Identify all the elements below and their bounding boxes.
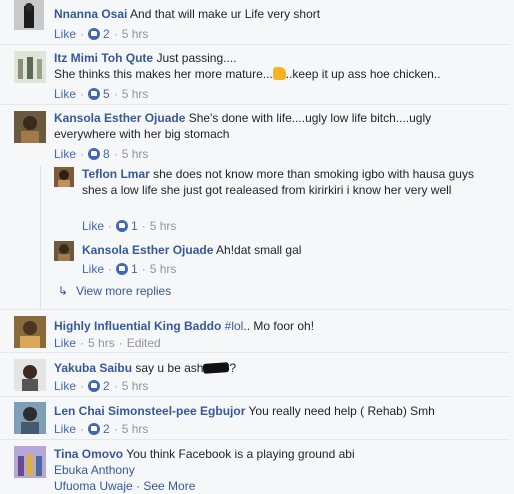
comment-meta: Like · 2 · 5 hrs <box>54 379 149 393</box>
comment-text: .. Mo foor oh! <box>243 319 315 333</box>
comment-meta: Like · 5 hrs · Edited <box>54 336 161 350</box>
comment-meta: Like · 5 · 5 hrs <box>54 87 149 101</box>
reaction-count[interactable]: 8 <box>103 147 110 161</box>
like-reaction-icon[interactable] <box>88 88 101 100</box>
reply-body: Teflon Lmar she does not know more than … <box>82 166 492 198</box>
avatar[interactable] <box>14 316 46 348</box>
comment-text-line2-end: ..keep it up ass hoe chicken.. <box>285 67 441 81</box>
like-button[interactable]: Like <box>54 87 76 101</box>
commenter-name[interactable]: Highly Influential King Baddo <box>54 319 221 333</box>
like-button[interactable]: Like <box>54 147 76 161</box>
comment-body: Highly Influential King Baddo #lol.. Mo … <box>54 318 494 334</box>
comment-meta: Like · 8 · 5 hrs <box>54 147 149 161</box>
comment-text: You think Facebook is a playing ground a… <box>126 447 355 461</box>
divider <box>0 396 510 397</box>
comment-meta: Like · 1 · 5 hrs <box>82 262 177 276</box>
comment-meta: Like · 2 · 5 hrs <box>54 27 149 41</box>
commenter-name[interactable]: Kansola Esther Ojuade <box>54 111 185 125</box>
reply-body: Kansola Esther Ojuade Ah!dat small gal <box>82 242 492 258</box>
comment-meta: Like · 2 · 5 hrs <box>54 422 149 436</box>
timestamp[interactable]: 5 hrs <box>122 147 149 161</box>
edited-label[interactable]: Edited <box>127 336 161 350</box>
reply-thread-line <box>40 166 41 308</box>
timestamp[interactable]: 5 hrs <box>122 422 149 436</box>
divider <box>0 104 510 105</box>
like-button[interactable]: Like <box>54 422 76 436</box>
timestamp[interactable]: 5 hrs <box>122 87 149 101</box>
commenter-name[interactable]: Kansola Esther Ojuade <box>82 243 213 257</box>
avatar[interactable] <box>14 446 46 478</box>
comment-body: Tina Omovo You think Facebook is a playi… <box>54 446 494 494</box>
divider <box>0 44 510 45</box>
like-button[interactable]: Like <box>54 336 76 350</box>
comment-body: Itz Mimi Toh Qute Just passing.... She t… <box>54 50 494 82</box>
like-reaction-icon[interactable] <box>116 220 129 232</box>
like-reaction-icon[interactable] <box>88 148 101 160</box>
mention-link[interactable]: Ebuka Anthony <box>54 463 135 477</box>
reaction-count[interactable]: 2 <box>103 422 110 436</box>
comment-text-end: ? <box>229 361 237 375</box>
timestamp[interactable]: 5 hrs <box>122 27 149 41</box>
like-reaction-icon[interactable] <box>88 28 101 40</box>
divider <box>0 439 510 440</box>
like-button[interactable]: Like <box>54 379 76 393</box>
hashtag-link[interactable]: #lol <box>225 319 244 333</box>
comment-body: Yakuba Saibu say u be ash? <box>54 360 494 376</box>
reaction-count[interactable]: 5 <box>103 87 110 101</box>
avatar[interactable] <box>14 359 46 391</box>
divider <box>0 352 510 353</box>
reaction-count[interactable]: 2 <box>103 27 110 41</box>
commenter-name[interactable]: Yakuba Saibu <box>54 361 132 375</box>
avatar[interactable] <box>14 111 46 143</box>
like-button[interactable]: Like <box>54 27 76 41</box>
comment-text: You really need help ( Rehab) Smh <box>248 404 435 418</box>
mention-link-cut[interactable]: Ufuoma Uwaje · See More <box>54 479 195 493</box>
comment-meta: Like · 1 · 5 hrs <box>82 219 177 233</box>
comment-body: Kansola Esther Ojuade She's done with li… <box>54 110 494 142</box>
commenter-name[interactable]: Len Chai Simonsteel-pee Egbujor <box>54 404 245 418</box>
reaction-count[interactable]: 2 <box>103 379 110 393</box>
like-reaction-icon[interactable] <box>88 423 101 435</box>
comment-body: Len Chai Simonsteel-pee Egbujor You real… <box>54 403 494 419</box>
commenter-name[interactable]: Tina Omovo <box>54 447 123 461</box>
reply-arrow-icon: ↳ <box>58 284 69 298</box>
like-reaction-icon[interactable] <box>88 380 101 392</box>
comment-text: Just passing.... <box>156 51 237 65</box>
avatar[interactable] <box>14 402 46 434</box>
commenter-name[interactable]: Nnanna Osai <box>54 7 127 21</box>
timestamp[interactable]: 5 hrs <box>150 262 177 276</box>
reaction-count[interactable]: 1 <box>131 262 138 276</box>
comment-body: Nnanna Osai And that will make ur Life v… <box>54 6 320 22</box>
comment-text-line2: She thinks this makes her more mature... <box>54 67 273 81</box>
view-more-label: View more replies <box>76 284 172 298</box>
like-reaction-icon[interactable] <box>116 263 129 275</box>
comment-text: say u be ash <box>135 361 204 375</box>
commenter-name[interactable]: Teflon Lmar <box>82 167 150 181</box>
redaction-mark <box>203 362 230 374</box>
avatar[interactable] <box>54 167 74 187</box>
commenter-name[interactable]: Itz Mimi Toh Qute <box>54 51 153 65</box>
avatar[interactable] <box>54 241 74 261</box>
reaction-count[interactable]: 1 <box>131 219 138 233</box>
pointing-hand-emoji-icon <box>272 67 286 80</box>
timestamp[interactable]: 5 hrs <box>122 379 149 393</box>
like-button[interactable]: Like <box>82 219 104 233</box>
view-more-replies-link[interactable]: ↳ View more replies <box>58 284 171 298</box>
comment-text: And that will make ur Life very short <box>130 7 321 21</box>
divider <box>0 309 510 310</box>
timestamp[interactable]: 5 hrs <box>88 336 115 350</box>
like-button[interactable]: Like <box>82 262 104 276</box>
avatar[interactable] <box>14 51 46 83</box>
avatar[interactable] <box>14 0 44 30</box>
timestamp[interactable]: 5 hrs <box>150 219 177 233</box>
comment-text: Ah!dat small gal <box>216 243 302 257</box>
